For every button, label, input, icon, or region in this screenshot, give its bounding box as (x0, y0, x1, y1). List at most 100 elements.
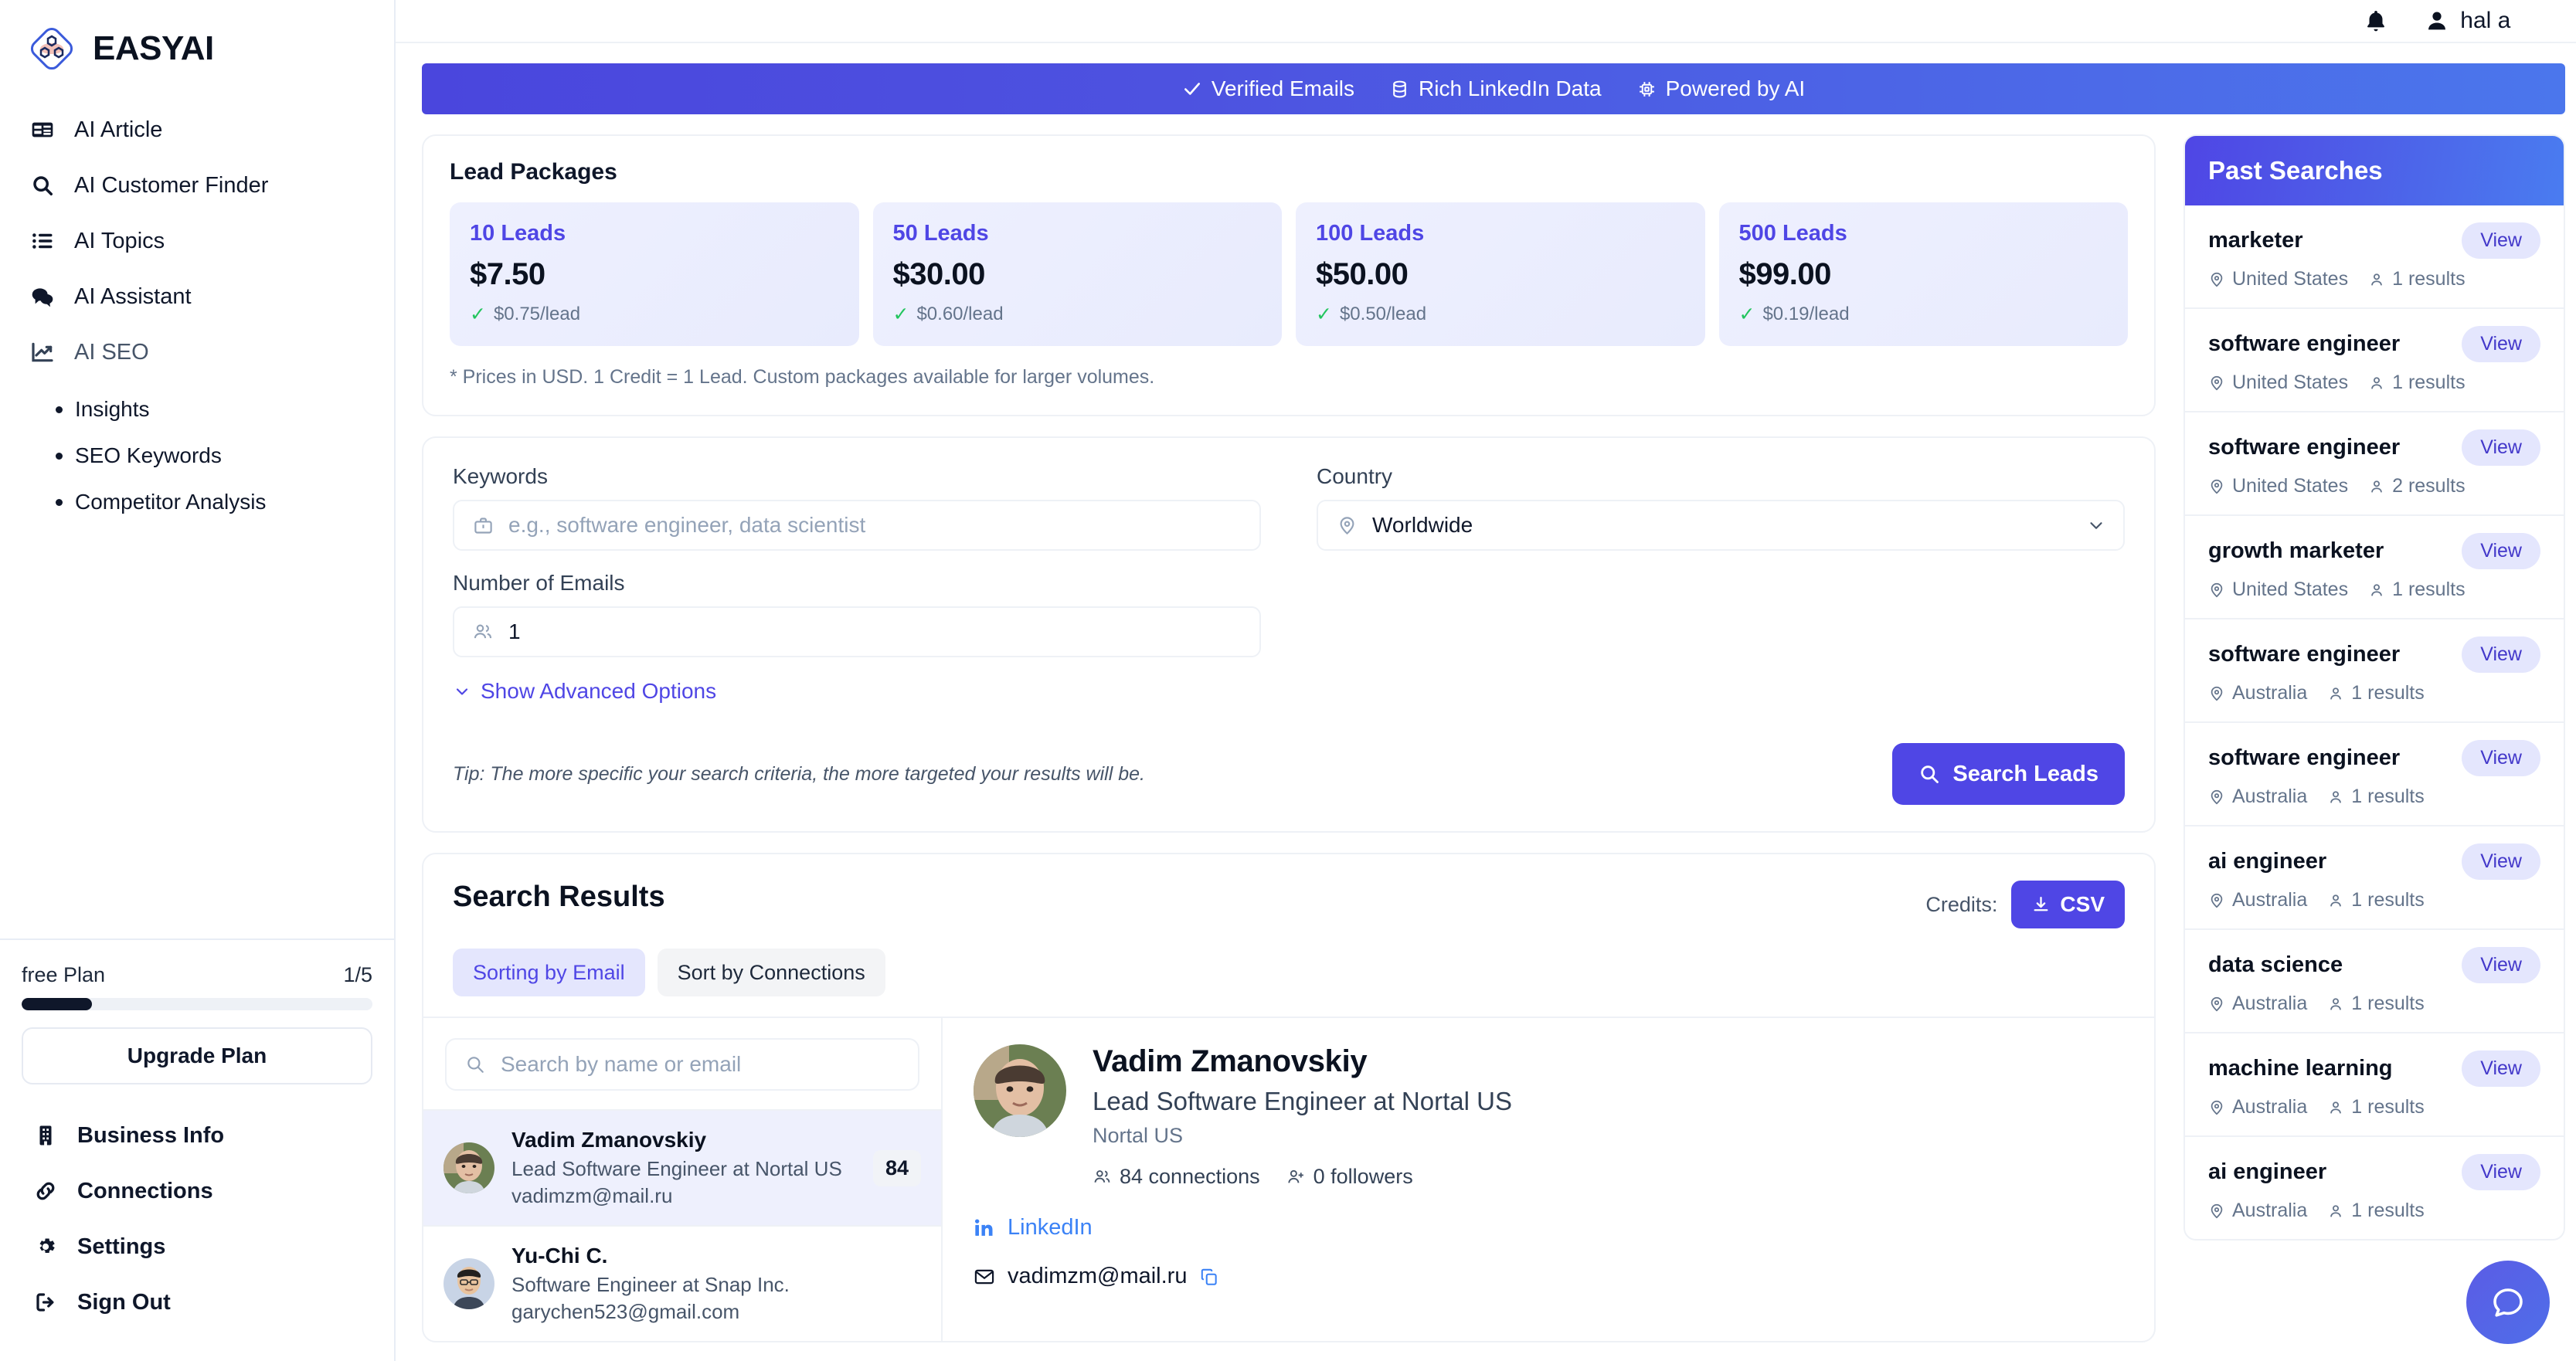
sidebar-item-seo-keywords[interactable]: SEO Keywords (56, 433, 394, 479)
link-icon (32, 1178, 59, 1204)
package-name: 100 Leads (1316, 221, 1425, 246)
number-of-emails-input[interactable]: 1 (453, 606, 1261, 657)
results-body: Search by name or email Vadim Zmanovskiy… (423, 1017, 2154, 1341)
user-icon (2368, 375, 2385, 392)
map-pin-icon (2208, 892, 2225, 909)
view-search-button[interactable]: View (2462, 222, 2540, 259)
tab-sorting-by-email[interactable]: Sorting by Email (453, 949, 645, 996)
view-search-button[interactable]: View (2462, 843, 2540, 880)
view-search-button[interactable]: View (2462, 636, 2540, 673)
lead-search-placeholder: Search by name or email (501, 1052, 742, 1076)
sidebar-item-business-info[interactable]: Business Info (22, 1108, 372, 1163)
package-price: $7.50 (470, 257, 545, 291)
map-pin-icon (2208, 375, 2225, 392)
plan-progress-bar (22, 998, 372, 1010)
banner-item-rich-linkedin-data: Rich LinkedIn Data (1390, 76, 1602, 101)
search-footer: Tip: The more specific your search crite… (453, 743, 2125, 805)
past-search-item[interactable]: ai engineer View Australia 1 results (2185, 825, 2564, 928)
package-name: 50 Leads (892, 221, 989, 246)
lead-list-item[interactable]: Yu-Chi C. Software Engineer at Snap Inc.… (423, 1225, 941, 1341)
lead-packages-card: Lead Packages 10 Leads $7.50 ✓ $0.75/lead… (422, 134, 2156, 416)
view-search-button[interactable]: View (2462, 947, 2540, 983)
package-card[interactable]: 50 Leads $30.00 ✓ $0.60/lead (872, 202, 1282, 346)
sidebar-item-ai-seo[interactable]: AI SEO (0, 324, 394, 380)
lead-email: vadimzm@mail.ru (511, 1184, 673, 1207)
sidebar-item-ai-assistant[interactable]: AI Assistant (0, 269, 394, 324)
lead-list-item[interactable]: Vadim Zmanovskiy Lead Software Engineer … (423, 1109, 941, 1225)
lead-search-input[interactable]: Search by name or email (445, 1038, 919, 1091)
show-advanced-options-toggle[interactable]: Show Advanced Options (453, 679, 716, 704)
chat-support-button[interactable] (2466, 1261, 2550, 1344)
easyai-logo-icon (28, 25, 76, 73)
past-search-item[interactable]: ai engineer View Australia 1 results (2185, 1135, 2564, 1239)
sidebar-item-sign-out[interactable]: Sign Out (22, 1274, 372, 1330)
sidebar-item-ai-article[interactable]: AI Article (0, 102, 394, 158)
brand-logo[interactable]: EASYAI (0, 0, 394, 73)
sidebar-item-insights[interactable]: Insights (56, 386, 394, 433)
briefcase-icon (471, 514, 494, 537)
lead-detail-company: Nortal US (1093, 1124, 1184, 1147)
view-search-button[interactable]: View (2462, 740, 2540, 776)
view-search-button[interactable]: View (2462, 533, 2540, 569)
brand-name: EASYAI (93, 29, 214, 67)
sidebar-item-ai-customer-finder[interactable]: AI Customer Finder (0, 158, 394, 213)
past-search-meta: Australia 1 results (2208, 993, 2540, 1015)
chevron-down-icon (2086, 515, 2106, 535)
map-pin-icon (1335, 514, 1358, 537)
upgrade-plan-button[interactable]: Upgrade Plan (22, 1027, 372, 1084)
sidebar-item-ai-topics[interactable]: AI Topics (0, 213, 394, 269)
emails-label: Number of Emails (453, 571, 625, 595)
linkedin-label: LinkedIn (1008, 1215, 1093, 1240)
chat-bubble-icon (2489, 1284, 2527, 1321)
past-search-meta: United States 1 results (2208, 579, 2540, 601)
view-search-button[interactable]: View (2462, 1154, 2540, 1190)
user-icon (2327, 1203, 2344, 1220)
copy-icon[interactable] (1199, 1267, 1219, 1287)
download-csv-button[interactable]: CSV (2011, 881, 2125, 928)
bell-icon[interactable] (2363, 8, 2389, 34)
past-search-item[interactable]: growth marketer View United States 1 result… (2185, 514, 2564, 618)
past-search-item[interactable]: software engineer View United States 2 resu… (2185, 411, 2564, 514)
past-search-query: software engineer (2208, 745, 2401, 770)
linkedin-link[interactable]: LinkedIn (974, 1215, 2123, 1241)
package-card[interactable]: 100 Leads $50.00 ✓ $0.50/lead (1296, 202, 1705, 346)
sort-tabs: Sorting by Email Sort by Connections (423, 928, 2154, 996)
banner-item-label: Rich LinkedIn Data (1419, 76, 1602, 100)
past-search-item[interactable]: software engineer View United States 1 resu… (2185, 307, 2564, 411)
past-search-top: software engineer View (2208, 326, 2540, 362)
past-searches-card: Past Searches marketer View United States 1… (2183, 134, 2565, 1241)
sidebar-item-connections[interactable]: Connections (22, 1163, 372, 1219)
view-search-button[interactable]: View (2462, 326, 2540, 362)
users-icon (471, 620, 494, 643)
past-search-query: software engineer (2208, 331, 2401, 356)
sidebar-item-settings[interactable]: Settings (22, 1219, 372, 1274)
user-plus-icon (1286, 1167, 1306, 1186)
lead-detail-header: Vadim Zmanovskiy Lead Software Engineer … (974, 1044, 2123, 1189)
followers-stat: 0 followers (1286, 1165, 1413, 1189)
view-search-button[interactable]: View (2462, 429, 2540, 466)
package-card[interactable]: 500 Leads $99.00 ✓ $0.19/lead (1718, 202, 2128, 346)
tab-sort-by-connections[interactable]: Sort by Connections (657, 949, 885, 996)
past-search-top: marketer View (2208, 222, 2540, 259)
map-pin-icon (2208, 478, 2225, 495)
past-search-item[interactable]: machine learning View Australia 1 results (2185, 1032, 2564, 1135)
search-leads-button[interactable]: Search Leads (1892, 743, 2125, 805)
avatar (443, 1142, 494, 1193)
package-card[interactable]: 10 Leads $7.50 ✓ $0.75/lead (450, 202, 859, 346)
package-per-lead: ✓ $0.50/lead (1316, 304, 1427, 325)
past-search-item[interactable]: software engineer View Australia 1 results (2185, 618, 2564, 721)
country-select[interactable]: Worldwide (1317, 500, 2125, 551)
sidebar-item-label: Sign Out (77, 1289, 171, 1315)
package-price: $50.00 (1316, 257, 1409, 291)
view-search-button[interactable]: View (2462, 1050, 2540, 1087)
past-search-item[interactable]: marketer View United States 1 results (2185, 205, 2564, 307)
sidebar-item-competitor-analysis[interactable]: Competitor Analysis (56, 479, 394, 525)
past-search-item[interactable]: software engineer View Australia 1 results (2185, 721, 2564, 825)
past-search-item[interactable]: data science View Australia 1 results (2185, 928, 2564, 1032)
user-menu[interactable]: hal are (2425, 0, 2571, 42)
user-icon (2368, 582, 2385, 599)
keywords-placeholder: e.g., software engineer, data scientist (508, 513, 866, 537)
gear-icon (32, 1234, 59, 1260)
main-area: hal are Verified Emails Rich LinkedIn Da… (396, 0, 2576, 1361)
keywords-input[interactable]: e.g., software engineer, data scientist (453, 500, 1261, 551)
